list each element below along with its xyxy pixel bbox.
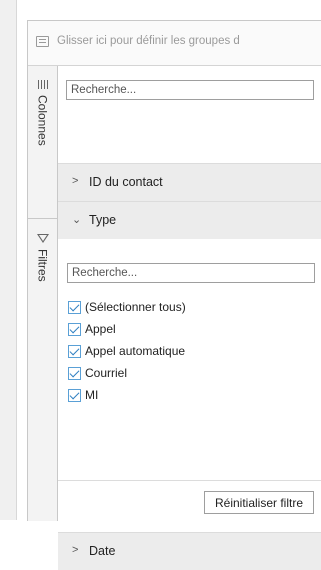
section-label-date: Date — [89, 544, 116, 558]
checkbox-checked-icon[interactable] — [68, 366, 81, 380]
filter-option-mi[interactable]: MI — [68, 384, 186, 406]
filter-option-appel[interactable]: Appel — [68, 318, 186, 340]
chevron-right-icon: > — [72, 544, 79, 556]
type-filter-options: (Sélectionner tous) Appel Appel automati… — [68, 296, 186, 406]
filter-option-courriel[interactable]: Courriel — [68, 362, 186, 384]
filter-option-label: (Sélectionner tous) — [85, 300, 186, 314]
filter-option-label: MI — [85, 388, 99, 402]
section-label-id-contact: ID du contact — [89, 175, 163, 189]
grid-container: Glisser ici pour définir les groupes d C… — [27, 20, 321, 570]
checkbox-checked-icon[interactable] — [68, 322, 81, 336]
filter-section-date[interactable]: > Date — [58, 532, 321, 570]
checkbox-checked-icon[interactable] — [68, 300, 81, 314]
checkbox-checked-icon[interactable] — [68, 344, 81, 358]
filter-option-select-all[interactable]: (Sélectionner tous) — [68, 296, 186, 318]
left-edge-strip — [0, 0, 17, 520]
filter-section-id-contact[interactable]: > ID du contact — [58, 163, 321, 201]
chevron-right-icon: > — [72, 175, 79, 187]
section-label-type: Type — [89, 213, 117, 227]
filter-section-type[interactable]: ⌄ Type — [58, 201, 321, 239]
tab-colonnes[interactable]: Colonnes — [28, 78, 57, 219]
type-filter-search-input[interactable] — [67, 263, 315, 283]
checkbox-checked-icon[interactable] — [68, 388, 81, 402]
reset-filter-button[interactable]: Réinitialiser filtre — [204, 491, 314, 514]
columns-icon — [37, 80, 48, 89]
group-drop-zone-text: Glisser ici pour définir les groupes d — [57, 35, 240, 47]
filters-panel: > ID du contact ⌄ Type (Sélectionner tou… — [58, 66, 321, 570]
filter-icon — [36, 234, 49, 243]
side-bar-tabs: Colonnes Filtres — [28, 66, 58, 521]
row-group-drop-zone[interactable]: Glisser ici pour définir les groupes d — [28, 21, 321, 66]
filter-option-label: Appel — [85, 322, 116, 336]
filter-option-label: Appel automatique — [85, 344, 186, 358]
tab-filtres[interactable]: Filtres — [28, 232, 57, 312]
group-panel-icon — [36, 36, 49, 47]
tab-colonnes-label: Colonnes — [35, 95, 50, 146]
filter-divider — [58, 480, 321, 481]
columns-search-input[interactable] — [66, 80, 314, 100]
filter-option-appel-automatique[interactable]: Appel automatique — [68, 340, 186, 362]
filter-option-label: Courriel — [85, 366, 128, 380]
chevron-down-icon: ⌄ — [72, 214, 82, 226]
tab-filtres-label: Filtres — [35, 249, 50, 282]
